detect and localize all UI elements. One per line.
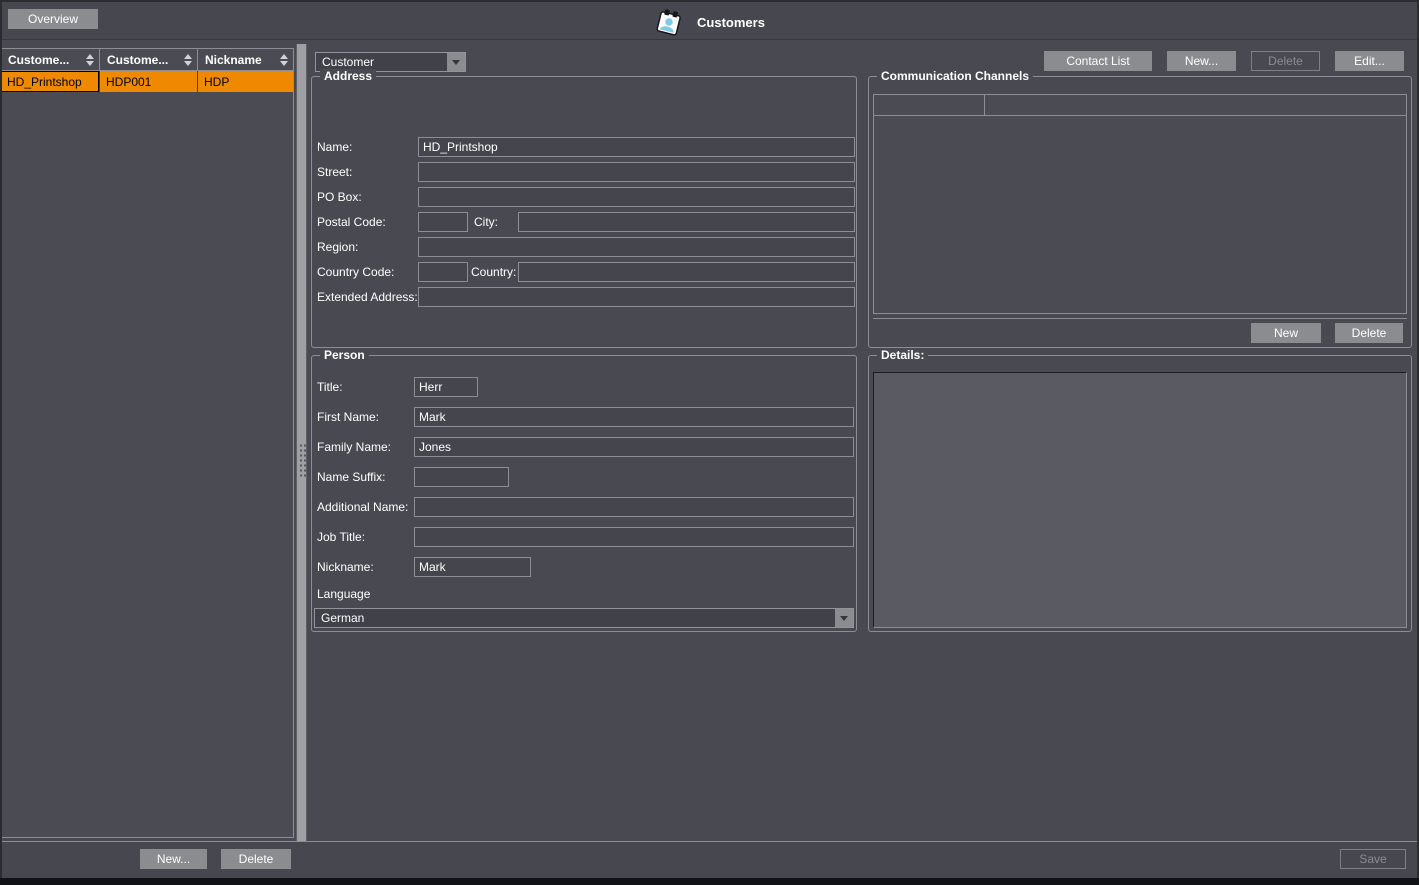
window-bottom-edge [0, 878, 1419, 885]
chevron-down-icon[interactable] [447, 53, 465, 71]
sort-icon[interactable] [86, 54, 94, 66]
column-header-label: Custome... [8, 53, 69, 67]
communication-channels-title: Communication Channels [877, 69, 1033, 83]
cell-customer-number[interactable]: HDP001 [100, 71, 198, 92]
divider [873, 318, 1407, 319]
overview-button[interactable]: Overview [8, 9, 98, 29]
details-textarea[interactable] [873, 372, 1407, 628]
sort-icon[interactable] [280, 54, 288, 66]
column-header-label: Nickname [205, 53, 262, 67]
language-label: Language [317, 584, 370, 604]
communication-channel-buttons: New Delete [1251, 323, 1403, 343]
column-header-customer-name[interactable]: Custome... [1, 49, 100, 70]
person-group: Person Title: First Name: Family Name: N… [311, 355, 857, 632]
extended-address-field[interactable] [418, 287, 855, 307]
country-label: Country: [471, 262, 516, 282]
footer-bar: New... Delete Save [0, 841, 1419, 878]
communication-channels-group: Communication Channels New Delete [868, 76, 1412, 348]
contact-list-button[interactable]: Contact List [1044, 51, 1152, 71]
table-row-selected[interactable]: HD_Printshop HDP001 HDP [1, 71, 293, 92]
delete-list-entry-button[interactable]: Delete [221, 849, 291, 869]
cell-nickname[interactable]: HDP [198, 71, 293, 92]
communication-channels-header [874, 95, 1406, 116]
family-name-field[interactable] [414, 437, 854, 457]
channel-value-column-header[interactable] [985, 95, 1406, 115]
po-box-label: PO Box: [317, 187, 362, 207]
po-box-field[interactable] [418, 187, 855, 207]
customers-window: Overview Customers Custome... [0, 0, 1419, 885]
toolbar-buttons: Contact List New... Delete Edit... [1044, 51, 1404, 71]
family-name-label: Family Name: [317, 437, 391, 457]
additional-name-label: Additional Name: [317, 497, 408, 517]
window-edge [0, 0, 2, 878]
column-header-nickname[interactable]: Nickname [198, 49, 293, 70]
name-suffix-label: Name Suffix: [317, 467, 385, 487]
new-channel-button[interactable]: New [1251, 323, 1321, 343]
customer-table-header: Custome... Custome... Nickname [1, 49, 293, 71]
first-name-field[interactable] [414, 407, 854, 427]
panel-splitter[interactable] [296, 44, 307, 878]
page-title: Customers [697, 15, 765, 30]
name-label: Name: [317, 137, 352, 157]
address-group-title: Address [320, 69, 376, 83]
country-code-field[interactable] [418, 262, 468, 282]
page-title-group: Customers [0, 2, 1419, 42]
region-label: Region: [317, 237, 358, 257]
country-code-label: Country Code: [317, 262, 394, 282]
delete-customer-button[interactable]: Delete [1251, 51, 1320, 71]
name-field[interactable] [418, 137, 855, 157]
column-header-customer-number[interactable]: Custome... [100, 49, 198, 70]
city-label: City: [474, 212, 498, 232]
column-header-label: Custome... [107, 53, 168, 67]
record-type-value: Customer [316, 55, 447, 69]
channel-type-column-header[interactable] [874, 95, 985, 115]
new-list-entry-button[interactable]: New... [140, 849, 207, 869]
name-suffix-field[interactable] [414, 467, 509, 487]
title-label: Title: [317, 377, 343, 397]
address-group: Address Name: Street: PO Box: Postal Cod… [311, 76, 857, 348]
details-group-title: Details: [877, 348, 928, 362]
language-select[interactable]: German [314, 608, 854, 628]
street-label: Street: [317, 162, 352, 182]
country-field[interactable] [518, 262, 855, 282]
first-name-label: First Name: [317, 407, 379, 427]
new-customer-button[interactable]: New... [1167, 51, 1236, 71]
region-field[interactable] [418, 237, 855, 257]
communication-channels-table[interactable] [873, 94, 1407, 314]
person-group-title: Person [320, 348, 369, 362]
job-title-label: Job Title: [317, 527, 365, 547]
city-field[interactable] [518, 212, 855, 232]
nickname-label: Nickname: [317, 557, 374, 577]
save-button[interactable]: Save [1340, 849, 1406, 869]
job-title-field[interactable] [414, 527, 854, 547]
language-value: German [315, 611, 835, 625]
additional-name-field[interactable] [414, 497, 854, 517]
nickname-field[interactable] [414, 557, 531, 577]
chevron-down-icon[interactable] [835, 609, 853, 627]
customers-icon [654, 6, 684, 38]
customer-table: Custome... Custome... Nickname HD_Prints… [0, 48, 294, 838]
street-field[interactable] [418, 162, 855, 182]
postal-code-field[interactable] [418, 212, 468, 232]
top-bar: Overview Customers [0, 0, 1419, 40]
edit-customer-button[interactable]: Edit... [1335, 51, 1404, 71]
details-group: Details: [868, 355, 1412, 632]
extended-address-label: Extended Address: [317, 287, 418, 307]
cell-customer-name[interactable]: HD_Printshop [1, 71, 100, 92]
splitter-grip-icon [299, 443, 306, 479]
title-field[interactable] [414, 377, 478, 397]
sort-icon[interactable] [184, 54, 192, 66]
delete-channel-button[interactable]: Delete [1335, 323, 1403, 343]
postal-code-label: Postal Code: [317, 212, 386, 232]
